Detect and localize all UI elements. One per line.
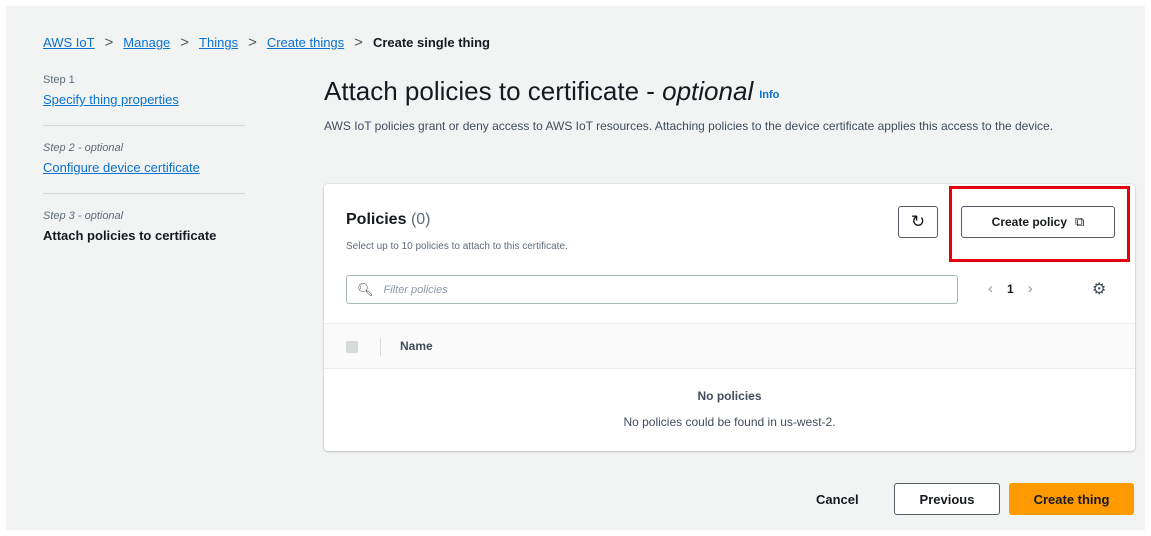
policies-title: Policies (346, 211, 407, 228)
filter-policies-input[interactable] (383, 283, 944, 296)
column-header-name[interactable]: Name (400, 339, 433, 353)
filter-policies-field[interactable]: 🔍︎ (346, 275, 958, 304)
select-all-checkbox[interactable] (346, 341, 358, 353)
previous-button[interactable]: Previous (894, 483, 1000, 515)
highlight-box (949, 186, 1130, 262)
empty-state-description: No policies could be found in us-west-2. (623, 415, 836, 429)
info-link[interactable]: Info (759, 89, 779, 101)
breadcrumb-separator-icon: > (248, 34, 257, 51)
breadcrumb-create-things[interactable]: Create things (267, 35, 344, 50)
step-3-label: Step 3 - optional (43, 210, 245, 222)
page-frame: AWS IoT > Manage > Things > Create thing… (6, 6, 1145, 530)
breadcrumb-current: Create single thing (372, 35, 490, 50)
empty-state-title: No policies (697, 389, 762, 403)
step-3-current: Attach policies to certificate (43, 228, 217, 243)
policies-heading: Policies (0) (346, 211, 431, 229)
step-1-link[interactable]: Specify thing properties (43, 92, 245, 107)
search-icon: 🔍︎ (357, 281, 374, 297)
step-divider (43, 125, 245, 126)
breadcrumb-aws-iot[interactable]: AWS IoT (43, 35, 95, 50)
table-header: Name (324, 323, 1135, 369)
policies-container: Policies (0) Select up to 10 policies to… (324, 184, 1135, 451)
gear-icon[interactable]: ⚙ (1092, 279, 1106, 299)
step-divider (43, 193, 245, 194)
policies-description: Select up to 10 policies to attach to th… (346, 241, 568, 252)
page-number[interactable]: 1 (1007, 282, 1014, 296)
page-title-optional: optional (662, 76, 754, 106)
refresh-icon: ↻ (910, 212, 926, 231)
page-title: Attach policies to certificate - optiona… (324, 76, 779, 107)
step-2-label-text: Step 2 - optional (43, 142, 124, 154)
step-2: Step 2 - optional Configure device certi… (43, 142, 245, 175)
page-description: AWS IoT policies grant or deny access to… (324, 119, 1054, 133)
step-1-label: Step 1 (43, 74, 75, 86)
wizard-steps-nav: Step 1 Specify thing properties Step 2 -… (43, 74, 245, 243)
breadcrumb-separator-icon: > (180, 34, 190, 51)
step-2-label: Step 2 - optional (43, 142, 245, 154)
pagination: ‹ 1 › (988, 280, 1033, 297)
refresh-button[interactable]: ↻ (898, 206, 938, 238)
breadcrumb-manage[interactable]: Manage (123, 35, 170, 50)
step-3: Step 3 - optional Attach policies to cer… (43, 210, 245, 243)
create-thing-button[interactable]: Create thing (1009, 483, 1134, 515)
breadcrumb: AWS IoT > Manage > Things > Create thing… (43, 35, 490, 50)
column-divider (380, 338, 381, 356)
step-2-link[interactable]: Configure device certificate (43, 160, 245, 175)
previous-page-icon[interactable]: ‹ (988, 280, 993, 297)
page-title-text: Attach policies to certificate - (324, 76, 663, 106)
policies-count: (0) (410, 211, 431, 228)
breadcrumb-separator-icon: > (354, 34, 363, 51)
step-3-label-text: Step 3 - optional (43, 210, 124, 222)
breadcrumb-separator-icon: > (104, 34, 114, 51)
step-1: Step 1 Specify thing properties (43, 74, 245, 107)
next-page-icon[interactable]: › (1028, 280, 1033, 297)
breadcrumb-things[interactable]: Things (199, 35, 238, 50)
cancel-button[interactable]: Cancel (816, 492, 859, 507)
